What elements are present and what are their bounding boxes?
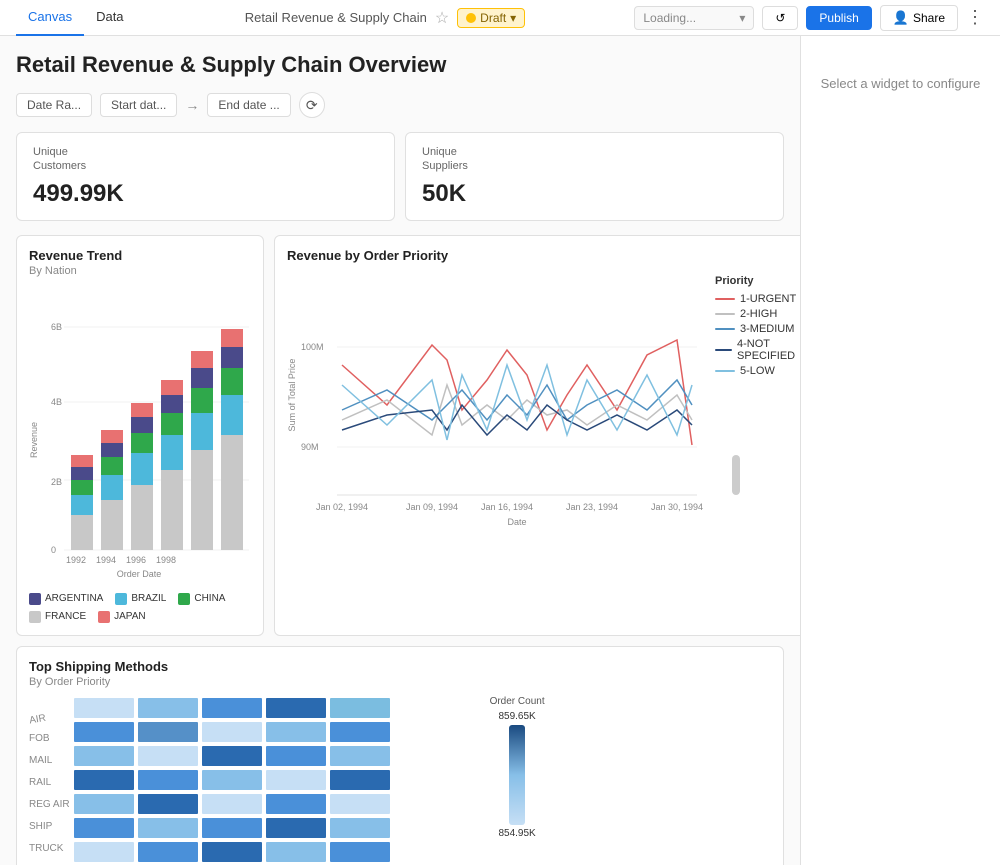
legend-not-specified: 4-NOT SPECIFIED	[715, 338, 800, 362]
svg-text:1994: 1994	[96, 555, 116, 565]
legend-urgent: 1-URGENT	[715, 293, 800, 305]
svg-text:Jan 30, 1994: Jan 30, 1994	[651, 502, 703, 512]
svg-text:Jan 02, 1994: Jan 02, 1994	[316, 502, 368, 512]
svg-text:Date: Date	[507, 517, 526, 525]
legend-max: 859.65K	[498, 711, 535, 722]
refresh-button[interactable]: ↺	[762, 6, 798, 30]
svg-text:0: 0	[51, 545, 56, 555]
more-options-icon[interactable]: ⋮	[966, 7, 984, 28]
trend-legend: ARGENTINA BRAZIL CHINA FRANCE	[29, 593, 251, 623]
heatmap-legend: Order Count 859.65K 854.95K	[490, 696, 545, 839]
right-panel: Select a widget to configure	[800, 36, 1000, 865]
line-chart-svg: Sum of Total Price 100M 90M	[287, 265, 707, 525]
trend-title: Revenue Trend	[29, 248, 251, 263]
legend-china: CHINA	[178, 593, 225, 605]
legend-medium: 3-MEDIUM	[715, 323, 800, 335]
heatmap-svg	[74, 696, 474, 865]
svg-text:Order Date: Order Date	[117, 569, 162, 579]
draft-badge[interactable]: Draft ▾	[457, 8, 525, 28]
stats-row: UniqueCustomers 499.99K UniqueSuppliers …	[16, 132, 784, 221]
top-widgets-row: Revenue Trend By Nation Revenue 6B 4B 2B…	[16, 235, 784, 636]
priority-legend: 1-URGENT 2-HIGH 3-MEDIUM	[715, 293, 800, 377]
scroll-indicator[interactable]	[732, 455, 740, 495]
line-chart-legend: Priority 1-URGENT 2-HIGH	[707, 265, 800, 525]
color-scale-bar	[509, 725, 525, 825]
legend-japan: JAPAN	[98, 611, 146, 623]
svg-text:Jan 16, 1994: Jan 16, 1994	[481, 502, 533, 512]
nav-right: Loading... ▾ ↺ Publish 👤 Share ⋮	[634, 5, 984, 31]
stat-customers: UniqueCustomers 499.99K	[16, 132, 395, 221]
svg-text:1996: 1996	[126, 555, 146, 565]
svg-text:4B: 4B	[51, 397, 62, 407]
chevron-down-icon: ▾	[510, 11, 516, 25]
heatmap-subtitle: By Order Priority	[29, 676, 771, 688]
heatmap-grid: 1-URGENT 2-HIGH 3-MEDIUM 4-NOT SPECIFIED…	[74, 696, 474, 865]
svg-text:Jan 23, 1994: Jan 23, 1994	[566, 502, 618, 512]
publish-button[interactable]: Publish	[806, 6, 871, 30]
legend-high: 2-HIGH	[715, 308, 800, 320]
heatmap-widget: Top Shipping Methods By Order Priority A…	[16, 646, 784, 865]
top-nav: Canvas Data Retail Revenue & Supply Chai…	[0, 0, 1000, 36]
heatmap-y-labels: AIR FOB MAIL RAIL REG AIR SHIP TRUCK	[29, 696, 70, 860]
svg-text:90M: 90M	[301, 442, 319, 452]
legend-min: 854.95K	[498, 828, 535, 839]
trend-subtitle: By Nation	[29, 265, 251, 277]
svg-text:Jan 09, 1994: Jan 09, 1994	[406, 502, 458, 512]
filter-refresh-button[interactable]: ⟳	[299, 92, 325, 118]
trend-chart: Revenue 6B 4B 2B 0	[29, 285, 253, 585]
suppliers-value: 50K	[422, 180, 767, 208]
tab-data[interactable]: Data	[84, 0, 135, 36]
svg-text:2B: 2B	[51, 477, 62, 487]
line-chart-widget: Revenue by Order Priority Sum of Total P…	[274, 235, 800, 636]
chevron-down-icon: ▾	[739, 11, 745, 25]
revenue-trend-widget: Revenue Trend By Nation Revenue 6B 4B 2B…	[16, 235, 264, 636]
tab-canvas[interactable]: Canvas	[16, 0, 84, 36]
legend-argentina: ARGENTINA	[29, 593, 103, 605]
date-range-button[interactable]: Date Ra...	[16, 93, 92, 117]
legend-title: Priority	[715, 275, 800, 287]
share-button[interactable]: 👤 Share	[880, 5, 958, 31]
arrow-icon: →	[185, 97, 199, 113]
nav-center: Retail Revenue & Supply Chain ☆ Draft ▾	[136, 8, 635, 28]
star-icon[interactable]: ☆	[435, 8, 449, 28]
loading-select[interactable]: Loading... ▾	[634, 6, 754, 30]
heatmap-row: Top Shipping Methods By Order Priority A…	[16, 646, 784, 865]
legend-brazil: BRAZIL	[115, 593, 166, 605]
suppliers-label: UniqueSuppliers	[422, 145, 767, 174]
legend-low: 5-LOW	[715, 365, 800, 377]
svg-text:1998: 1998	[156, 555, 176, 565]
configure-hint: Select a widget to configure	[821, 76, 981, 91]
main-content: Retail Revenue & Supply Chain Overview D…	[0, 36, 1000, 865]
stat-suppliers: UniqueSuppliers 50K	[405, 132, 784, 221]
svg-text:6B: 6B	[51, 322, 62, 332]
heatmap-container: AIR FOB MAIL RAIL REG AIR SHIP TRUCK	[29, 696, 771, 865]
svg-text:Sum of Total Price: Sum of Total Price	[287, 358, 297, 431]
page-title: Retail Revenue & Supply Chain Overview	[16, 52, 784, 78]
legend-france: FRANCE	[29, 611, 86, 623]
dashboard-area: Retail Revenue & Supply Chain Overview D…	[0, 36, 800, 865]
line-chart-area: Sum of Total Price 100M 90M	[287, 265, 707, 525]
customers-value: 499.99K	[33, 180, 378, 208]
line-chart-container: Sum of Total Price 100M 90M	[287, 265, 800, 525]
dashboard-title-nav: Retail Revenue & Supply Chain	[245, 10, 427, 25]
order-count-label: Order Count	[490, 696, 545, 707]
end-date-button[interactable]: End date ...	[207, 93, 290, 117]
line-chart-title: Revenue by Order Priority	[287, 248, 800, 263]
customers-label: UniqueCustomers	[33, 145, 378, 174]
svg-text:1992: 1992	[66, 555, 86, 565]
svg-text:100M: 100M	[301, 342, 324, 352]
start-date-button[interactable]: Start dat...	[100, 93, 177, 117]
svg-text:Revenue: Revenue	[29, 422, 39, 458]
heatmap-main: AIR FOB MAIL RAIL REG AIR SHIP TRUCK	[29, 696, 474, 865]
heatmap-title: Top Shipping Methods	[29, 659, 771, 674]
filter-row: Date Ra... Start dat... → End date ... ⟳	[16, 92, 784, 118]
